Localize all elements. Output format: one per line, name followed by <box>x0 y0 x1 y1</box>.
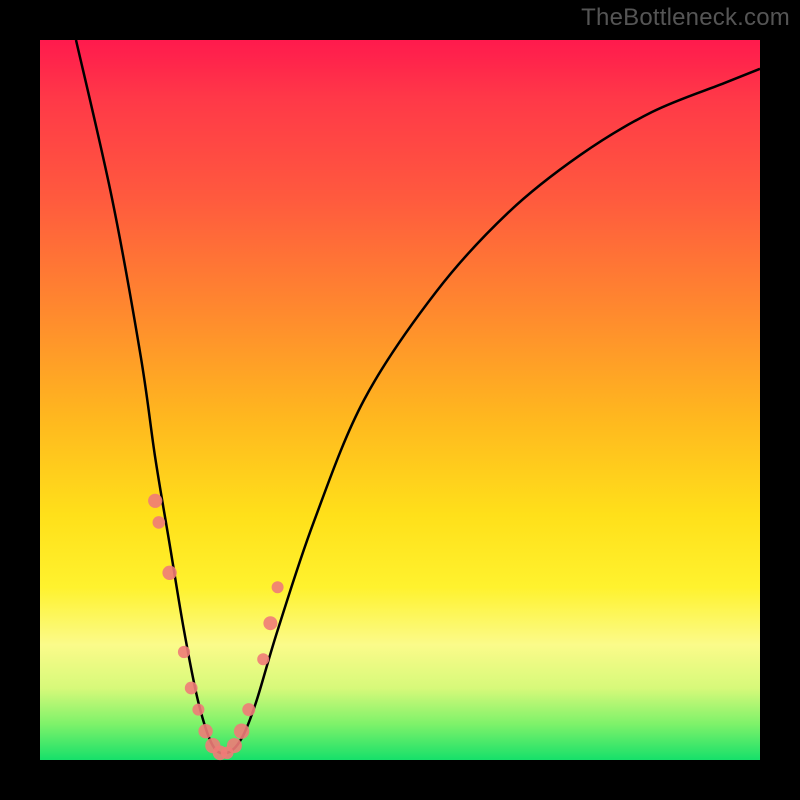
chart-frame: TheBottleneck.com <box>0 0 800 800</box>
marker-dot <box>198 724 212 738</box>
bottleneck-curve-path <box>76 40 760 753</box>
chart-svg <box>40 40 760 760</box>
marker-dot <box>257 653 269 665</box>
marker-dot <box>242 703 255 716</box>
marker-dot <box>263 616 277 630</box>
marker-dot <box>148 494 162 508</box>
marker-dot <box>272 581 284 593</box>
marker-dot <box>162 566 176 580</box>
marker-dot <box>234 724 249 739</box>
bottleneck-curve <box>76 40 760 753</box>
marker-dot <box>227 738 242 753</box>
marker-dot <box>192 704 204 716</box>
marker-dot <box>153 516 166 529</box>
marker-dot <box>185 682 198 695</box>
plot-area <box>40 40 760 760</box>
marker-dot <box>178 646 190 658</box>
watermark-text: TheBottleneck.com <box>581 4 790 32</box>
